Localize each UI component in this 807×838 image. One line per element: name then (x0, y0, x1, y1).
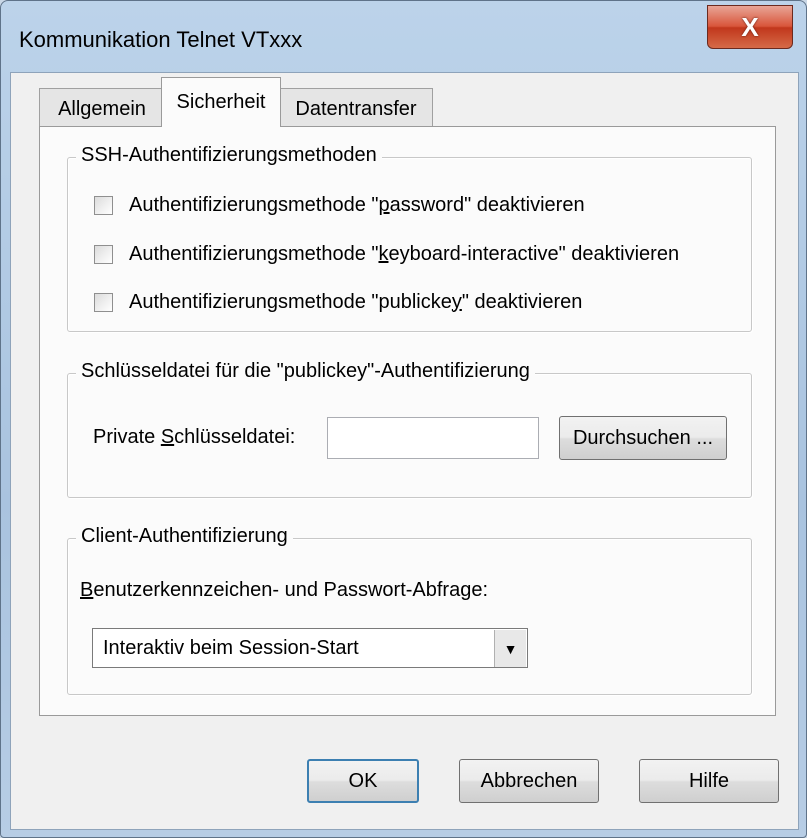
tab-label: Datentransfer (295, 98, 417, 120)
disable-password-checkbox[interactable]: Authentifizierungsmethode "password" dea… (94, 192, 585, 218)
window-title: Kommunikation Telnet VTxxx (19, 27, 303, 52)
checkbox-label: Authentifizierungsmethode "password" dea… (129, 193, 585, 216)
client-auth-groupbox: Client-Authentifizierung Benutzerkennzei… (67, 525, 752, 695)
credentials-prompt-select[interactable]: Interaktiv beim Session-Start ▼ (92, 628, 528, 668)
groupbox-title: Schlüsseldatei für die "publickey"-Authe… (76, 360, 535, 383)
button-label: Hilfe (688, 769, 729, 792)
title-bar[interactable]: Kommunikation Telnet VTxxx X (1, 1, 806, 73)
close-icon: X (741, 11, 759, 42)
dropdown-arrow-icon[interactable]: ▼ (494, 630, 526, 667)
groupbox-title: SSH-Authentifizierungsmethoden (76, 144, 382, 167)
groupbox-title: Client-Authentifizierung (76, 525, 293, 548)
disable-publickey-checkbox[interactable]: Authentifizierungsmethode "publickey" de… (94, 289, 582, 315)
private-keyfile-input[interactable] (327, 417, 539, 459)
checkbox-box[interactable] (94, 195, 113, 215)
browse-button[interactable]: Durchsuchen ... (559, 416, 727, 460)
button-label: Abbrechen (480, 769, 578, 792)
help-button[interactable]: Hilfe (639, 759, 779, 803)
checkbox-box[interactable] (94, 292, 113, 312)
cancel-button[interactable]: Abbrechen (459, 759, 599, 803)
tab-label: Sicherheit (176, 91, 266, 113)
ok-button[interactable]: OK (307, 759, 419, 803)
close-button[interactable]: X (707, 5, 793, 49)
dialog-window: Kommunikation Telnet VTxxx X Allgemein S… (0, 0, 807, 838)
credentials-prompt-label: Benutzerkennzeichen- und Passwort-Abfrag… (80, 579, 489, 601)
tab-panel-sicherheit: SSH-Authentifizierungsmethoden Authentif… (39, 126, 776, 716)
disable-keyboard-interactive-checkbox[interactable]: Authentifizierungsmethode "keyboard-inte… (94, 241, 679, 267)
dialog-client-area: Allgemein Sicherheit Datentransfer SSH-A… (10, 72, 799, 830)
checkbox-label: Authentifizierungsmethode "keyboard-inte… (129, 242, 680, 265)
keyfile-groupbox: Schlüsseldatei für die "publickey"-Authe… (67, 360, 752, 498)
button-label: Durchsuchen ... (572, 426, 714, 449)
button-label: OK (348, 769, 378, 792)
ssh-auth-groupbox: SSH-Authentifizierungsmethoden Authentif… (67, 144, 752, 332)
select-value: Interaktiv beim Session-Start (103, 637, 359, 659)
checkbox-label: Authentifizierungsmethode "publickey" de… (129, 290, 583, 313)
private-keyfile-label: Private Schlüsseldatei: (93, 426, 296, 448)
tab-sicherheit[interactable]: Sicherheit (161, 77, 281, 127)
checkbox-box[interactable] (94, 244, 113, 264)
tab-allgemein[interactable]: Allgemein (39, 88, 165, 130)
tab-datentransfer[interactable]: Datentransfer (279, 88, 433, 130)
tab-label: Allgemein (58, 98, 146, 120)
